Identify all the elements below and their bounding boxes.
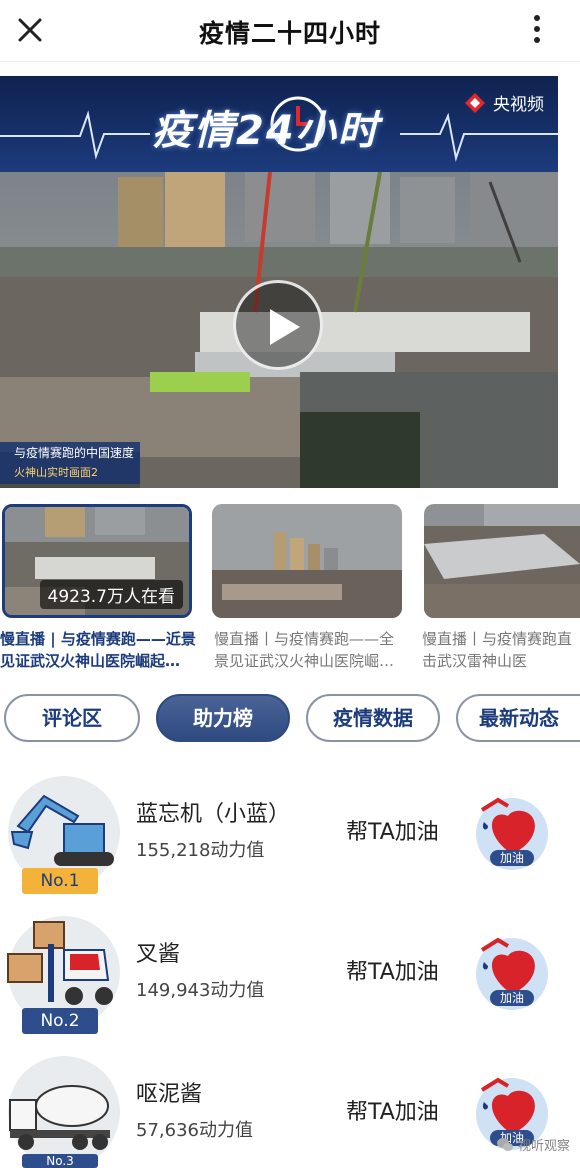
cheer-button[interactable]: 帮TA加油: [346, 954, 439, 986]
watermark-text: 视听观察: [517, 1139, 570, 1154]
page-title: 疫情二十四小时: [198, 19, 381, 48]
channel-name: 央视频: [493, 95, 544, 115]
watermark: 视听观察: [496, 1135, 570, 1154]
boost-button[interactable]: 加油: [468, 928, 552, 1012]
live-title-1[interactable]: 慢直播 | 与疫情赛跑——近景见证武汉火神山医院崛起…: [0, 628, 198, 672]
tab-epidemic-data[interactable]: 疫情数据: [306, 694, 440, 742]
live-thumbnail-3[interactable]: [424, 504, 580, 618]
cheer-button[interactable]: 帮TA加油: [346, 814, 439, 846]
program-banner: 疫情24小时 央视频: [0, 76, 558, 172]
top-bar: 疫情二十四小时: [0, 0, 580, 62]
thumbnail-scene: [424, 504, 580, 618]
power-value: 57,636动力值: [136, 1120, 253, 1141]
fuel-heart-icon: 加油: [476, 937, 548, 1010]
fuel-heart-icon: 加油: [476, 797, 548, 870]
boost-label: 加油: [500, 851, 524, 865]
cement-mixer-icon: [8, 1056, 120, 1168]
power-value: 149,943动力值: [136, 980, 265, 1001]
video-caption-title: 与疫情赛跑的中国速度: [14, 446, 135, 460]
leaderboard-row: No.3 呕泥酱 57,636动力值 帮TA加油 加油: [0, 1054, 580, 1168]
rank-badge: No.1: [22, 868, 98, 894]
boost-button[interactable]: 加油: [468, 788, 552, 872]
live-video-player[interactable]: [0, 172, 558, 488]
rank-badge: No.2: [22, 1008, 98, 1034]
avatar: [4, 1054, 124, 1168]
tab-latest-news[interactable]: 最新动态: [456, 694, 580, 742]
live-title-3[interactable]: 慢直播丨与疫情赛跑直击武汉雷神山医: [422, 628, 580, 672]
supporter-name: 叉酱: [136, 942, 181, 967]
boost-label: 加油: [500, 991, 524, 1005]
video-caption-subtitle: 火神山实时画面2: [14, 466, 98, 479]
wechat-icon: [496, 1137, 513, 1151]
viewer-count: 4923.7万人在看: [39, 580, 183, 609]
tab-comments[interactable]: 评论区: [4, 694, 140, 742]
tab-boost-ranking[interactable]: 助力榜: [156, 694, 290, 742]
channel-brand: 央视频: [463, 90, 544, 115]
live-thumbnail-1[interactable]: 4923.7万人在看: [2, 504, 192, 618]
thumbnail-scene: [212, 504, 402, 618]
more-options-icon[interactable]: [532, 12, 542, 48]
live-thumbnail-2[interactable]: [212, 504, 402, 618]
leaderboard-row: No.1 蓝忘机（小蓝） 155,218动力值 帮TA加油 加油: [0, 774, 580, 914]
power-value: 155,218动力值: [136, 840, 265, 861]
play-button[interactable]: [233, 280, 323, 370]
live-title-2[interactable]: 慢直播丨与疫情赛跑——全景见证武汉火神山医院崛…: [214, 628, 408, 672]
supporter-name: 蓝忘机（小蓝）: [136, 802, 291, 827]
supporter-name: 呕泥酱: [136, 1082, 203, 1107]
rank-badge: No.3: [22, 1154, 98, 1168]
leaderboard-row: No.2 叉酱 149,943动力值 帮TA加油 加油: [0, 914, 580, 1054]
cctv-logo-icon: [465, 92, 485, 113]
banner-title: 疫情24小时: [152, 108, 380, 154]
video-caption: 与疫情赛跑的中国速度 火神山实时画面2: [0, 442, 140, 484]
cheer-button[interactable]: 帮TA加油: [346, 1094, 439, 1126]
